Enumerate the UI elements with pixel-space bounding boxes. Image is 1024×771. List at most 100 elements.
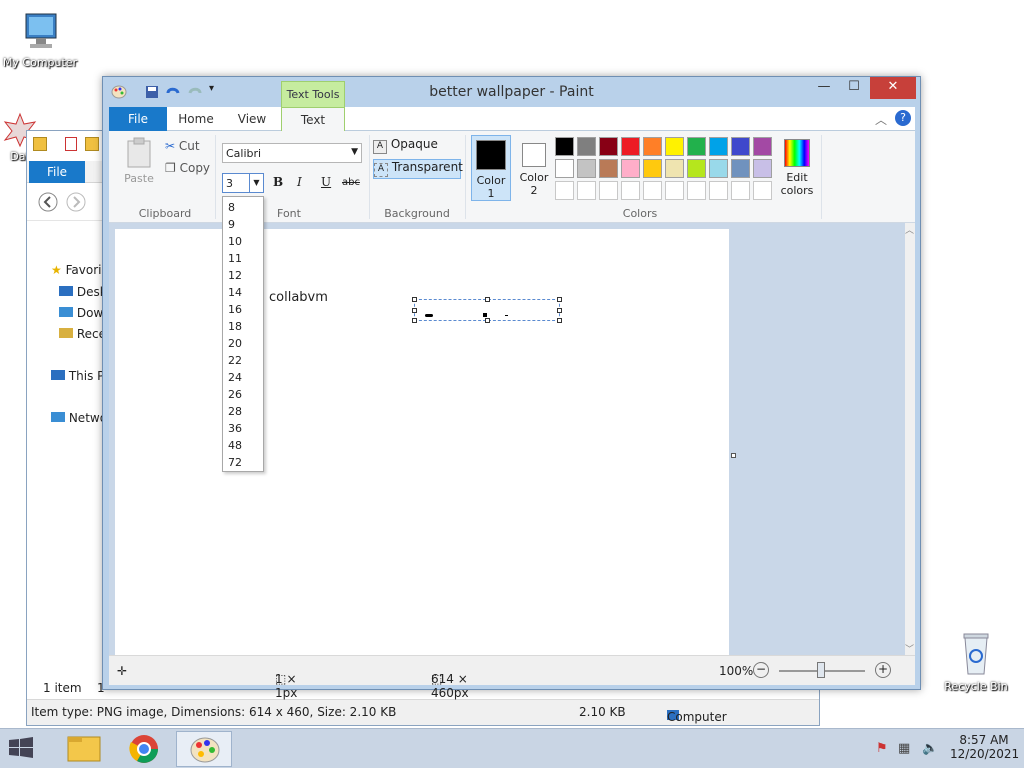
minimize-ribbon-icon[interactable]: ︿ [875, 111, 887, 128]
palette-swatch[interactable] [731, 159, 750, 178]
taskbar-file-explorer[interactable] [56, 731, 112, 767]
resize-handle[interactable] [557, 318, 562, 323]
palette-swatch[interactable] [753, 137, 772, 156]
font-size-option[interactable]: 14 [228, 286, 242, 299]
italic-button[interactable]: I [297, 175, 302, 189]
back-arrow-icon[interactable] [37, 191, 59, 213]
font-size-option[interactable]: 26 [228, 388, 242, 401]
palette-swatch[interactable] [555, 159, 574, 178]
custom-color-slot[interactable] [665, 181, 684, 200]
palette-swatch[interactable] [665, 137, 684, 156]
font-size-option[interactable]: 10 [228, 235, 242, 248]
palette-swatch[interactable] [731, 137, 750, 156]
nav-item-desktop[interactable]: Desk [59, 285, 107, 299]
scroll-down-icon[interactable]: ﹀ [905, 642, 914, 655]
network-status-icon[interactable]: ▦ [898, 741, 910, 756]
palette-swatch[interactable] [577, 137, 596, 156]
chevron-down-icon[interactable]: ▼ [249, 174, 263, 192]
tab-file[interactable]: File [109, 107, 167, 131]
resize-handle[interactable] [557, 308, 562, 313]
font-size-option[interactable]: 22 [228, 354, 242, 367]
explorer-file-tab[interactable]: File [29, 161, 85, 183]
vertical-scrollbar[interactable]: ︿ ﹀ [905, 223, 915, 655]
palette-swatch[interactable] [555, 137, 574, 156]
palette-swatch[interactable] [577, 159, 596, 178]
palette-swatch[interactable] [709, 137, 728, 156]
transparent-button[interactable]: A Transparent [373, 159, 463, 179]
custom-color-slot[interactable] [599, 181, 618, 200]
maximize-button[interactable]: ☐ [840, 77, 868, 99]
resize-handle[interactable] [412, 318, 417, 323]
palette-swatch[interactable] [599, 159, 618, 178]
font-size-option[interactable]: 24 [228, 371, 242, 384]
nav-item-network[interactable]: Netwo [51, 411, 107, 425]
edit-colors-button[interactable]: Edit colors [777, 135, 817, 201]
custom-color-slot[interactable] [643, 181, 662, 200]
palette-swatch[interactable] [599, 137, 618, 156]
palette-swatch[interactable] [643, 137, 662, 156]
tab-text[interactable]: Text [281, 107, 345, 132]
volume-muted-icon[interactable]: 🔈 [922, 741, 938, 756]
nav-item-downloads[interactable]: Dow [59, 306, 103, 320]
scroll-up-icon[interactable]: ︿ [905, 223, 914, 236]
folder-icon[interactable] [33, 137, 47, 151]
paint-window[interactable]: ▾ Text Tools better wallpaper - Paint — … [102, 76, 921, 700]
custom-color-slot[interactable] [555, 181, 574, 200]
taskbar-paint[interactable] [176, 731, 232, 767]
font-size-option[interactable]: 11 [228, 252, 242, 265]
custom-color-slot[interactable] [753, 181, 772, 200]
copy-button[interactable]: ❐ Copy [165, 161, 210, 179]
custom-color-slot[interactable] [731, 181, 750, 200]
color1-button[interactable]: Color 1 [471, 135, 511, 201]
resize-handle[interactable] [557, 297, 562, 302]
font-size-option[interactable]: 20 [228, 337, 242, 350]
close-button[interactable]: ✕ [870, 77, 916, 99]
resize-handle[interactable] [412, 297, 417, 302]
custom-color-slot[interactable] [709, 181, 728, 200]
start-button[interactable] [8, 737, 38, 761]
font-size-option[interactable]: 18 [228, 320, 242, 333]
zoom-out-button[interactable]: − [753, 662, 769, 678]
font-size-option[interactable]: 48 [228, 439, 242, 452]
font-size-option[interactable]: 36 [228, 422, 242, 435]
nav-item-recent[interactable]: Rece [59, 327, 106, 341]
font-size-input[interactable]: 3 ▼ [222, 173, 264, 193]
font-size-option[interactable]: 16 [228, 303, 242, 316]
new-folder-icon[interactable] [85, 137, 99, 151]
tab-home[interactable]: Home [171, 107, 221, 131]
help-icon[interactable]: ? [895, 110, 911, 126]
palette-swatch[interactable] [643, 159, 662, 178]
custom-color-slot[interactable] [687, 181, 706, 200]
action-center-flag-icon[interactable]: ⚑ [876, 741, 888, 756]
bold-button[interactable]: B [273, 175, 283, 189]
font-size-option[interactable]: 8 [228, 201, 235, 214]
custom-color-slot[interactable] [621, 181, 640, 200]
minimize-button[interactable]: — [810, 77, 838, 99]
resize-handle[interactable] [485, 297, 490, 302]
nav-item-this-pc[interactable]: This P [51, 369, 104, 383]
zoom-slider-thumb[interactable] [817, 662, 825, 678]
my-computer-desktop-icon[interactable]: My Computer [0, 10, 80, 69]
text-box-selection[interactable] [412, 297, 562, 323]
paste-button[interactable]: Paste [119, 137, 159, 193]
zoom-in-button[interactable]: + [875, 662, 891, 678]
font-size-option[interactable]: 28 [228, 405, 242, 418]
taskbar-chrome[interactable] [116, 731, 172, 767]
custom-color-slot[interactable] [577, 181, 596, 200]
cut-button[interactable]: ✂ Cut [165, 139, 200, 157]
nav-item-favorites[interactable]: ★ Favori [51, 263, 101, 277]
drawing-canvas[interactable]: collabvm [115, 229, 729, 655]
paint-title-bar[interactable]: ▾ Text Tools better wallpaper - Paint — … [103, 77, 920, 107]
palette-swatch[interactable] [687, 159, 706, 178]
palette-swatch[interactable] [709, 159, 728, 178]
resize-handle[interactable] [485, 318, 490, 323]
font-size-option[interactable]: 9 [228, 218, 235, 231]
canvas-resize-handle[interactable] [731, 453, 736, 458]
font-size-option[interactable]: 12 [228, 269, 242, 282]
palette-swatch[interactable] [621, 159, 640, 178]
palette-swatch[interactable] [687, 137, 706, 156]
tab-view[interactable]: View [227, 107, 277, 131]
font-size-option[interactable]: 72 [228, 456, 242, 469]
recycle-bin-desktop-icon[interactable]: Recycle Bin [936, 628, 1016, 693]
font-family-select[interactable]: Calibri ▼ [222, 143, 362, 163]
